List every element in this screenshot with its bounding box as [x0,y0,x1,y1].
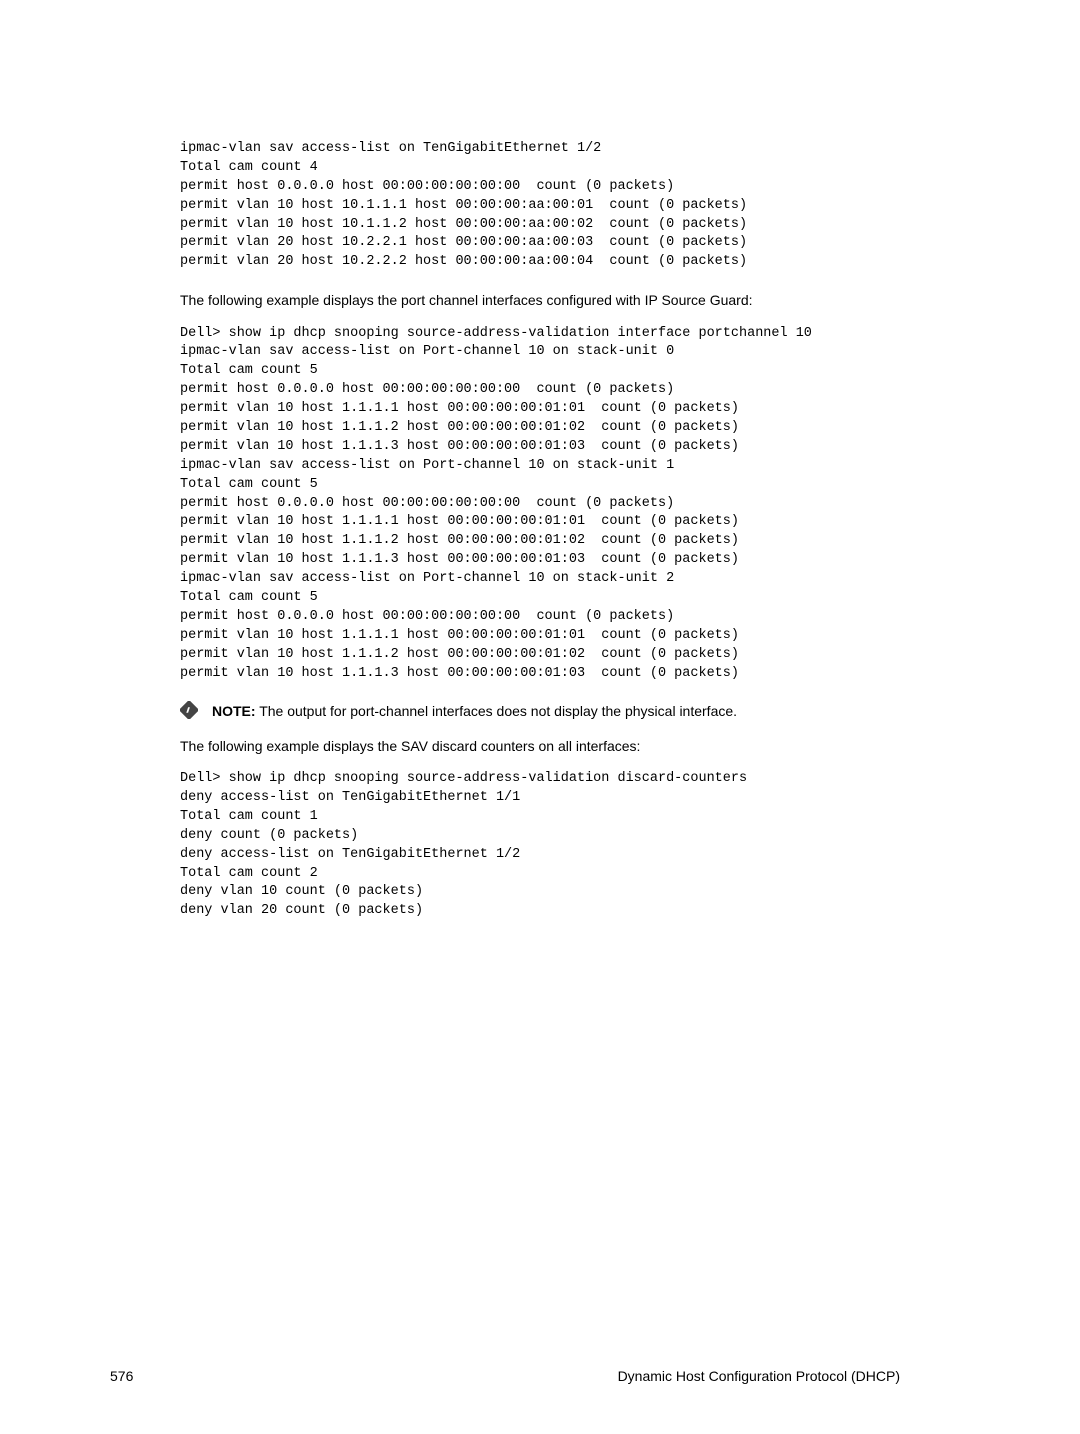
paragraph-port-channel-intro: The following example displays the port … [180,290,900,310]
page-footer: 576 Dynamic Host Configuration Protocol … [0,1368,1080,1384]
footer-section-title: Dynamic Host Configuration Protocol (DHC… [618,1368,900,1384]
note-block: NOTE: The output for port-channel interf… [180,701,900,721]
paragraph-sav-discard-intro: The following example displays the SAV d… [180,736,900,756]
terminal-output-2: Dell> show ip dhcp snooping source-addre… [180,325,900,684]
note-text: NOTE: The output for port-channel interf… [212,701,737,721]
terminal-output-1: ipmac-vlan sav access-list on TenGigabit… [180,140,900,272]
document-page: ipmac-vlan sav access-list on TenGigabit… [0,0,1080,1434]
note-label: NOTE: [212,703,256,719]
page-number: 576 [110,1368,133,1384]
note-icon [180,701,198,719]
note-body: The output for port-channel interfaces d… [256,703,737,719]
terminal-output-3: Dell> show ip dhcp snooping source-addre… [180,770,900,921]
